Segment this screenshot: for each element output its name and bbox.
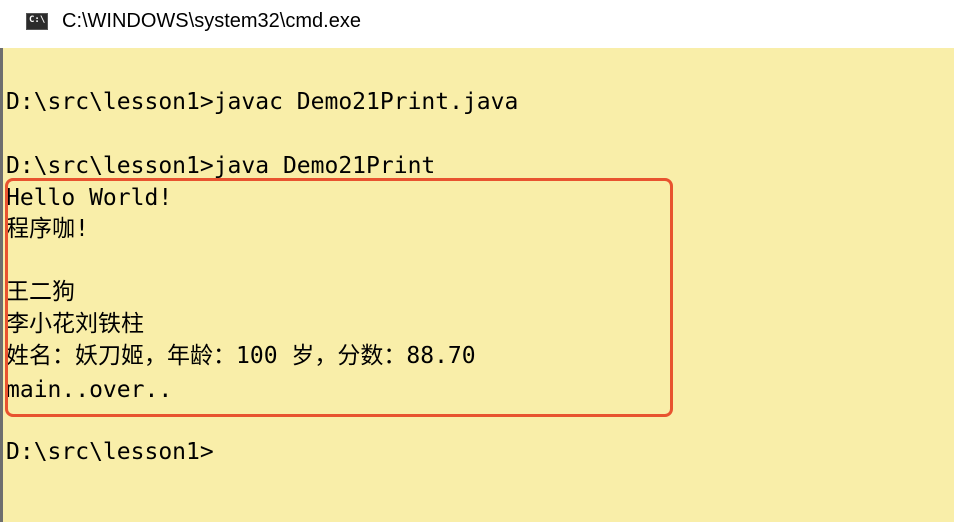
window-title: C:\WINDOWS\system32\cmd.exe [62,10,361,32]
console-output[interactable]: D:\src\lesson1>javac Demo21Print.java D:… [3,48,954,522]
cmd-icon[interactable]: C:\ [26,13,48,30]
cmd-icon-text: C:\ [29,15,46,25]
console-line-javac-command: D:\src\lesson1>javac Demo21Print.java [6,89,519,115]
cmd-window: C:\ C:\WINDOWS\system32\cmd.exe D:\src\l… [0,0,954,522]
output-highlight-box [5,178,673,417]
title-bar[interactable]: C:\ C:\WINDOWS\system32\cmd.exe [0,0,954,48]
console-prompt: D:\src\lesson1> [6,439,214,465]
console-line-java-command: D:\src\lesson1>java Demo21Print [6,153,436,179]
